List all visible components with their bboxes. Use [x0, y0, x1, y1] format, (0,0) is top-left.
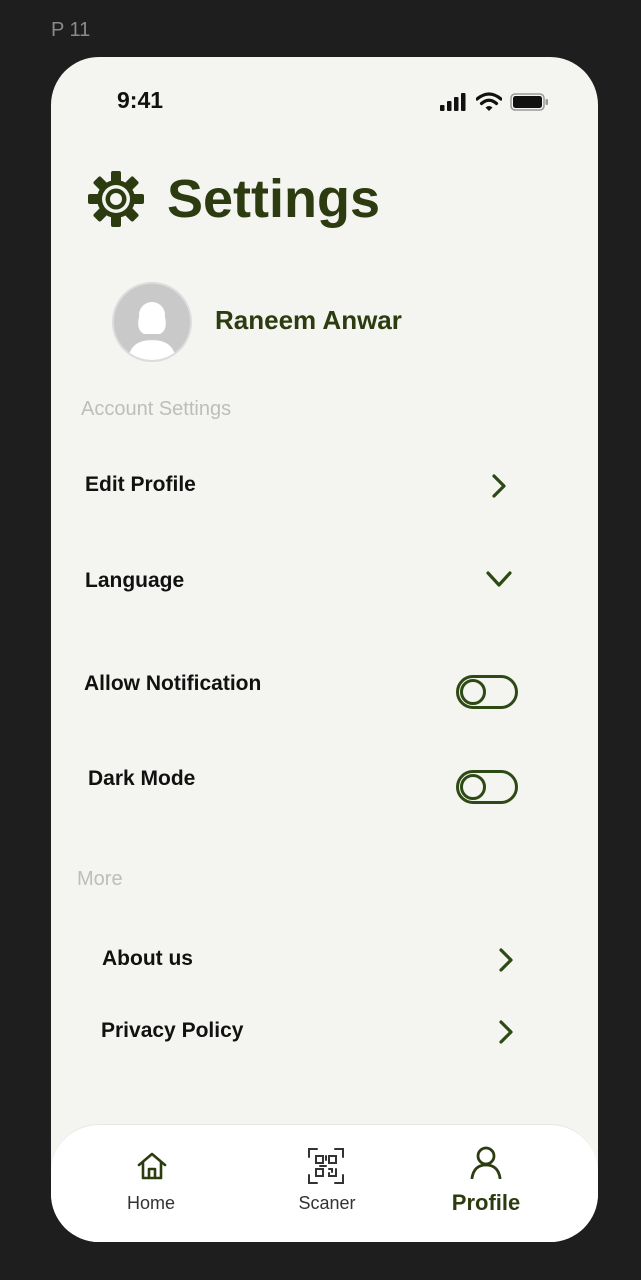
chevron-right-icon — [492, 474, 506, 498]
battery-icon — [510, 93, 548, 111]
toggle-knob — [460, 679, 486, 705]
avatar-placeholder-icon — [128, 302, 176, 360]
chevron-down-icon — [486, 571, 512, 587]
status-icons — [440, 92, 550, 112]
notification-toggle[interactable] — [456, 675, 518, 709]
frame-label: P 11 — [51, 19, 91, 41]
settings-row-edit-profile[interactable]: Edit Profile — [51, 461, 598, 511]
row-label: Allow Notification — [84, 672, 262, 695]
wifi-icon — [476, 92, 502, 111]
chevron-right-icon — [499, 1020, 513, 1044]
user-icon — [470, 1146, 502, 1179]
status-time: 9:41 — [117, 87, 164, 113]
nav-label-profile: Profile — [451, 1190, 521, 1215]
avatar[interactable] — [112, 282, 192, 362]
settings-row-privacy-policy[interactable]: Privacy Policy — [51, 1007, 598, 1057]
nav-item-home[interactable]: Home — [91, 1145, 211, 1225]
nav-label-scaner: Scaner — [298, 1193, 356, 1213]
row-label: Privacy Policy — [101, 1019, 244, 1042]
section-header-account-settings: Account Settings — [81, 398, 232, 420]
home-icon — [137, 1152, 167, 1180]
row-label: Edit Profile — [85, 473, 196, 496]
settings-row-allow-notification: Allow Notification — [51, 660, 598, 710]
settings-row-language[interactable]: Language — [51, 557, 598, 607]
toggle-knob — [460, 774, 486, 800]
page-title: Settings — [167, 169, 381, 229]
qr-scan-icon — [308, 1148, 344, 1184]
nav-item-profile[interactable]: Profile — [426, 1145, 546, 1225]
nav-item-scaner[interactable]: Scaner — [267, 1145, 387, 1225]
row-label: Dark Mode — [88, 767, 196, 790]
signal-icon — [440, 93, 466, 111]
gear-icon — [87, 170, 145, 228]
row-label: Language — [85, 569, 185, 592]
settings-row-about-us[interactable]: About us — [51, 935, 598, 985]
chevron-right-icon — [499, 948, 513, 972]
phone-screen: 9:41 Settings Raneem Anwar Account Setti… — [51, 57, 598, 1242]
settings-row-dark-mode: Dark Mode — [51, 755, 598, 805]
dark-mode-toggle[interactable] — [456, 770, 518, 804]
user-name[interactable]: Raneem Anwar — [215, 305, 402, 336]
section-header-more: More — [77, 868, 123, 890]
nav-label-home: Home — [126, 1193, 175, 1213]
row-label: About us — [102, 947, 193, 970]
bottom-nav: Home Scaner Profile — [51, 1124, 598, 1242]
